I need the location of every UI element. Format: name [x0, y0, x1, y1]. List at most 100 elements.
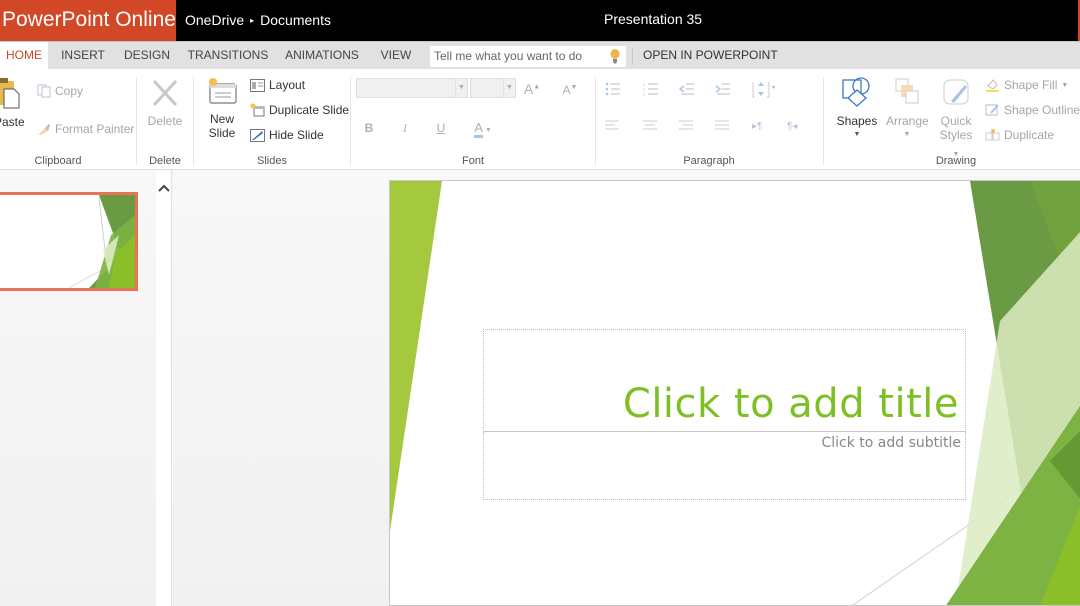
group-label-font: Font — [461, 155, 484, 167]
format-painter-icon — [38, 124, 50, 135]
tab-home[interactable]: HOME — [0, 42, 48, 70]
app-brand[interactable]: PowerPoint Online — [0, 0, 176, 41]
lightbulb-icon — [610, 49, 620, 64]
delete-label: Delete — [147, 114, 183, 128]
font-size-select[interactable]: ▼ — [470, 78, 516, 98]
slide-canvas[interactable]: Click to add title Click to add subtitle — [389, 180, 1080, 606]
line-spacing-icon[interactable]: ▾ — [752, 82, 775, 98]
grow-font-button[interactable]: A▲ — [522, 81, 542, 97]
group-divider — [823, 77, 824, 165]
underline-icon: U — [436, 121, 446, 135]
shapes-label: Shapes — [836, 114, 878, 128]
shrink-font-button[interactable]: A▼ — [560, 83, 580, 97]
svg-text:3: 3 — [643, 92, 646, 97]
new-slide-label-line1: New — [209, 112, 234, 126]
group-label-paragraph: Paragraph — [683, 155, 735, 167]
rtl-direction-icon[interactable]: ¶◂ — [787, 121, 797, 132]
copy-icon — [37, 84, 51, 98]
duplicate-slide-button[interactable]: Duplicate Slide — [250, 103, 349, 117]
subtitle-placeholder-text: Click to add subtitle — [821, 435, 961, 451]
copy-button[interactable]: Copy — [37, 84, 83, 98]
breadcrumb-onedrive[interactable]: OneDrive — [185, 1, 244, 40]
duplicate-slide-label: Duplicate Slide — [269, 103, 350, 117]
format-painter-button[interactable]: Format Painter — [37, 122, 134, 136]
font-color-icon: A — [474, 120, 483, 138]
bullets-icon[interactable] — [605, 82, 620, 96]
paste-icon — [0, 78, 20, 109]
layout-button[interactable]: Layout — [250, 78, 305, 92]
svg-text:▾: ▾ — [772, 85, 775, 91]
group-label-slides: Slides — [257, 155, 287, 167]
align-right-icon[interactable] — [679, 120, 693, 130]
chevron-down-icon: ▼ — [503, 79, 515, 97]
layout-label: Layout — [269, 78, 306, 92]
bold-button[interactable]: B — [359, 121, 379, 135]
chevron-up-icon[interactable] — [158, 182, 170, 194]
italic-button[interactable]: I — [395, 121, 415, 136]
arrange-button[interactable]: Arrange ▼ — [886, 77, 929, 142]
tab-view[interactable]: VIEW — [376, 42, 416, 70]
group-label-clipboard: Clipboard — [34, 155, 82, 167]
align-left-icon[interactable] — [605, 120, 619, 130]
tab-animations[interactable]: ANIMATIONS — [282, 42, 362, 70]
breadcrumb-documents[interactable]: Documents — [260, 1, 331, 40]
ltr-direction-icon[interactable]: ▸¶ — [752, 121, 762, 132]
tabs-divider — [632, 48, 633, 65]
shape-outline-button[interactable]: Shape Outline▼ — [985, 103, 1080, 117]
tell-me-placeholder: Tell me what you want to do — [434, 49, 583, 63]
format-painter-label: Format Painter — [55, 122, 135, 136]
new-slide-button[interactable]: New Slide — [204, 77, 240, 140]
chevron-down-icon: ▼ — [455, 79, 467, 97]
title-placeholder[interactable]: Click to add title — [483, 329, 966, 432]
group-divider — [193, 77, 194, 165]
shrink-font-icon: A — [562, 83, 571, 97]
document-title[interactable]: Presentation 35 — [604, 0, 702, 39]
delete-button[interactable]: Delete — [146, 79, 184, 128]
quick-styles-button[interactable]: Quick Styles ▼ — [936, 77, 976, 162]
bold-icon: B — [364, 121, 374, 135]
ribbon-tabs: HOME INSERT DESIGN TRANSITIONS ANIMATION… — [0, 41, 1080, 70]
numbering-icon[interactable]: 123 — [643, 82, 658, 97]
paste-label: Paste — [0, 115, 25, 129]
quick-styles-label-text: Styles — [939, 128, 973, 142]
grow-font-icon: A — [523, 81, 534, 97]
underline-button[interactable]: U — [431, 121, 451, 135]
duplicate-label: Duplicate — [1004, 128, 1055, 142]
group-divider — [136, 77, 137, 165]
font-name-select[interactable]: ▼ — [356, 78, 468, 98]
tab-insert[interactable]: INSERT — [56, 42, 110, 70]
caret-down-icon: ▼ — [903, 131, 911, 138]
subtitle-placeholder[interactable]: Click to add subtitle — [483, 432, 966, 500]
group-divider — [350, 77, 351, 165]
shape-outline-icon — [985, 104, 999, 116]
shape-fill-button[interactable]: Shape Fill ▼ — [985, 78, 1068, 92]
open-in-powerpoint-button[interactable]: OPEN IN POWERPOINT — [643, 42, 778, 69]
tell-me-search-input[interactable]: Tell me what you want to do — [430, 46, 626, 67]
paste-button[interactable]: Paste — [0, 77, 25, 129]
italic-icon: I — [403, 121, 407, 135]
new-slide-label-line2: Slide — [208, 126, 236, 140]
justify-icon[interactable] — [715, 120, 729, 130]
thumbnail-scrollbar[interactable] — [156, 170, 172, 606]
hide-slide-icon — [250, 128, 265, 142]
increase-indent-icon[interactable] — [715, 83, 730, 95]
group-divider — [595, 77, 596, 165]
copy-label: Copy — [55, 84, 84, 98]
duplicate-slide-icon — [250, 103, 265, 117]
slide-thumbnail-1[interactable] — [0, 192, 138, 291]
group-label-drawing: Drawing — [935, 155, 977, 167]
decrease-indent-icon[interactable] — [678, 83, 694, 95]
shape-outline-label: Shape Outline — [1004, 103, 1080, 117]
tab-transitions[interactable]: TRANSITIONS — [186, 42, 270, 70]
tab-design[interactable]: DESIGN — [120, 42, 174, 70]
new-slide-icon — [209, 78, 237, 104]
font-color-button[interactable]: A ▼ — [470, 120, 496, 138]
arrange-label: Arrange — [886, 114, 929, 128]
top-bar: PowerPoint Online OneDrive ▸ Documents P… — [0, 0, 1080, 41]
align-center-icon[interactable] — [643, 120, 657, 130]
left-green-accent — [390, 181, 442, 531]
duplicate-icon — [985, 129, 1000, 141]
duplicate-button[interactable]: Duplicate — [985, 128, 1054, 142]
shapes-button[interactable]: Shapes ▼ — [836, 77, 878, 142]
hide-slide-button[interactable]: Hide Slide — [250, 128, 324, 142]
